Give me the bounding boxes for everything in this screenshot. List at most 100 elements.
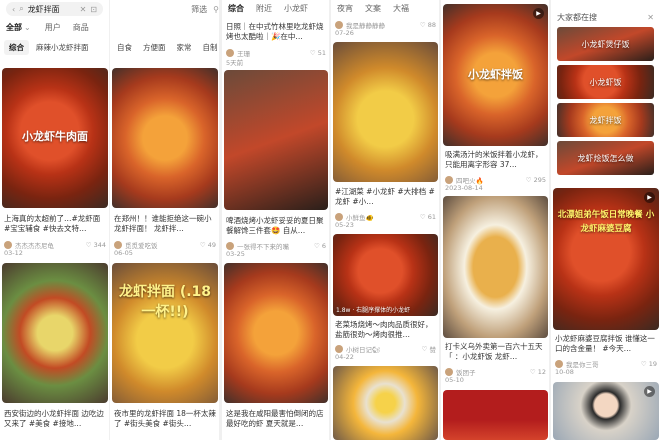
note-title: 啤酒烧烤小龙虾妥妥的夏日聚餐解馋三件套🤩 自从… [226,216,324,235]
clear-icon[interactable]: ✕ [80,5,87,14]
camera-icon[interactable]: ⊡ [90,5,97,14]
category-tabs-more: 夜宵 文案 大福 [331,2,439,14]
close-icon[interactable]: ✕ [647,13,654,22]
note-cover-image [333,366,438,440]
chevron-down-icon[interactable]: ⌄ [24,23,31,32]
note-card[interactable]: 这是我在咸阳最害怕倒闭的店 最好吃的虾 夏天就是… [224,263,328,440]
heart-icon[interactable]: ♡ [310,49,316,57]
note-card[interactable]: #江湖菜 #小龙虾 #大排档 #龙虾 #小… 小鲜鱼🐠 ♡ 61 05-23 [333,42,438,230]
cover-overlay-text: 小龙虾牛肉面 [22,130,88,143]
suggestion-item[interactable]: 小龙虾饭 [557,65,654,99]
video-play-icon: ▶ [533,8,544,19]
like-count: 295 [533,176,546,184]
results-column-4: 小龙虾拌饭 ▶ 吸满汤汁的米饭拌着小龙虾，只能用离字形容 37… 四吧火🔥 ♡ 2… [441,0,549,440]
note-title: 这是我在咸阳最害怕倒闭的店 最好吃的虾 夏天就是… [226,409,324,428]
heart-icon[interactable]: ♡ [422,345,428,353]
result-type-tabs: 全部 ⌄ 用户 商品 [0,22,109,33]
heart-icon[interactable]: ♡ [420,213,426,221]
heart-icon[interactable]: ♡ [530,368,536,376]
note-card[interactable]: 打卡义乌外卖第一百六十五天「 ：小龙虾饭 龙虾… 饭团子 ♡ 12 05-10 [443,196,548,386]
chip-instant-noodle[interactable]: 方便面 [138,40,171,55]
note-date-row: 03-25 [226,250,326,258]
avatar[interactable] [445,368,453,376]
tab-users[interactable]: 用户 [39,22,67,33]
note-date: 2023-08-14 [445,184,483,192]
avatar[interactable] [335,345,343,353]
video-play-icon: ▶ [644,386,655,397]
note-cover-image: 龙虾拌面 (.18一杯!!) [112,263,218,403]
note-cover-image: 1.8w · 右腿序撑体的小龙虾 [333,234,438,316]
filter-chips: 综合 麻辣小龙虾拌面 [0,40,109,55]
suggest-title: 大家都在搜 [557,13,597,22]
note-date: 03-12 [4,249,23,257]
note-card[interactable]: ▶ [553,382,659,440]
back-icon[interactable]: ‹ [12,5,15,14]
note-card[interactable]: 小龙虾拌饭 ▶ 吸满汤汁的米饭拌着小龙虾，只能用离字形容 37… 四吧火🔥 ♡ 2… [443,4,548,192]
chip-self-eat[interactable]: 自食 [112,40,137,55]
note-date: 04-22 [335,353,354,361]
heart-icon[interactable]: ♡ [86,241,92,249]
search-bar[interactable]: ‹ ⌕ 龙虾拌面 ✕ ⊡ [6,2,103,16]
suggestion-label: 小龙虾煲仔饭 [581,39,630,49]
avatar[interactable] [555,360,563,368]
note-date-row: 06-05 [114,249,216,257]
note-card[interactable]: 龙虾拌面 (.18一杯!!) 夜市里的龙虾拌面 18一杯太辣了 #街头美食 #街… [112,263,218,440]
tab-nearby[interactable]: 附近 [250,3,278,14]
filter-chips-more: 自食 方便面 家常 自制 [110,40,219,55]
note-title: 在郑州！！谁能拒绝这一碗小龙虾拌面！ 龙虾拌… [114,214,212,233]
note-cover-image [224,70,328,210]
filter-icon[interactable]: ⚲ [213,5,219,14]
tab-crayfish[interactable]: 小龙虾 [278,3,314,14]
suggestion-item[interactable]: 龙虾拌饭 [557,103,654,137]
avatar[interactable] [445,176,453,184]
note-date: 03-25 [226,250,245,258]
cover-overlay-text: 北漂姐弟午饭日常晚餐 小龙虾麻婆豆腐 [557,210,655,234]
avatar[interactable] [114,241,122,249]
chip-spicy-crayfish[interactable]: 麻辣小龙虾拌面 [31,40,94,55]
note-cover-image [112,68,218,208]
avatar[interactable] [335,213,343,221]
results-column-1: ‹ ⌕ 龙虾拌面 ✕ ⊡ 全部 ⌄ 用户 商品 综合 麻辣小龙虾拌面 小龙虾牛肉… [0,0,109,440]
note-date-row: 04-22 [335,353,436,361]
chip-home[interactable]: 家常 [172,40,197,55]
filter-button[interactable]: 筛选 [185,4,213,15]
note-card[interactable] [333,366,438,440]
note-date: 06-05 [114,249,133,257]
suggestion-item[interactable]: 小龙虾煲仔饭 [557,27,654,61]
search-input[interactable]: 龙虾拌面 [28,4,76,15]
suggest-header: 大家都在搜 ✕ [551,12,660,23]
note-card[interactable]: 1.8w · 右腿序撑体的小龙虾 老菜场烧烤～肉肉品质很好，盐筋很劲～烤肉很推…… [333,234,438,362]
heart-icon[interactable]: ♡ [526,176,532,184]
note-card[interactable] [443,390,548,440]
heart-icon[interactable]: ♡ [641,360,647,368]
cover-badge: 1.8w · 右腿序撑体的小龙虾 [336,307,411,314]
search-actions: 筛选 ⚲ [110,4,219,15]
note-title: 夜市里的龙虾拌面 18一杯太辣了 #街头美食 #街头… [114,409,216,428]
tab-products[interactable]: 商品 [67,22,95,33]
avatar[interactable] [226,242,234,250]
heart-icon[interactable]: ♡ [420,21,426,29]
note-date: 05-23 [335,221,354,229]
avatar[interactable] [226,49,234,57]
heart-icon[interactable]: ♡ [314,242,320,250]
heart-icon[interactable]: ♡ [200,241,206,249]
note-card[interactable]: 我是静静静静 ♡ 88 07-26 [333,18,438,40]
note-card[interactable]: 日照｜在中式竹林里吃龙虾烧烤也太酷啦｜🎉在中… 王珊 ♡ 51 5天前 [224,20,328,68]
chip-diy[interactable]: 自制 [198,40,220,55]
tab-copywriting[interactable]: 文案 [359,3,387,14]
tab-overall[interactable]: 综合 [222,3,250,14]
note-card[interactable]: 在郑州！！谁能拒绝这一碗小龙虾拌面！ 龙虾拌… 觅觅爱吃饭 ♡ 49 06-05 [112,68,218,260]
note-card[interactable]: 西安街边的小龙虾拌面 边吃边又来了 #美食 #接地… [2,263,108,440]
avatar[interactable] [335,21,343,29]
note-cover-image: 北漂姐弟午饭日常晚餐 小龙虾麻婆豆腐 ▶ [553,188,659,330]
note-cover-image [443,196,548,338]
tab-late-night[interactable]: 夜宵 [331,3,359,14]
chip-overall[interactable]: 综合 [4,40,29,55]
tab-dafu[interactable]: 大福 [387,3,415,14]
note-card[interactable]: 北漂姐弟午饭日常晚餐 小龙虾麻婆豆腐 ▶ 小龙虾麻婆豆腐拌饭 谁懂这一口的含金量… [553,188,659,378]
note-card[interactable]: 小龙虾牛肉面 上海真的太超前了…#龙虾面 #宝宝辅食 #快去文特… 杰杰杰杰尼龟… [2,68,108,260]
suggestion-item[interactable]: 龙虾烩饭怎么做 [557,141,654,175]
note-card[interactable]: 啤酒烧烤小龙虾妥妥的夏日聚餐解馋三件套🤩 自从… 一张得不下来的嘴 ♡ 6 03-… [224,70,328,260]
note-date-row: 10-08 [555,368,657,376]
avatar[interactable] [4,241,12,249]
